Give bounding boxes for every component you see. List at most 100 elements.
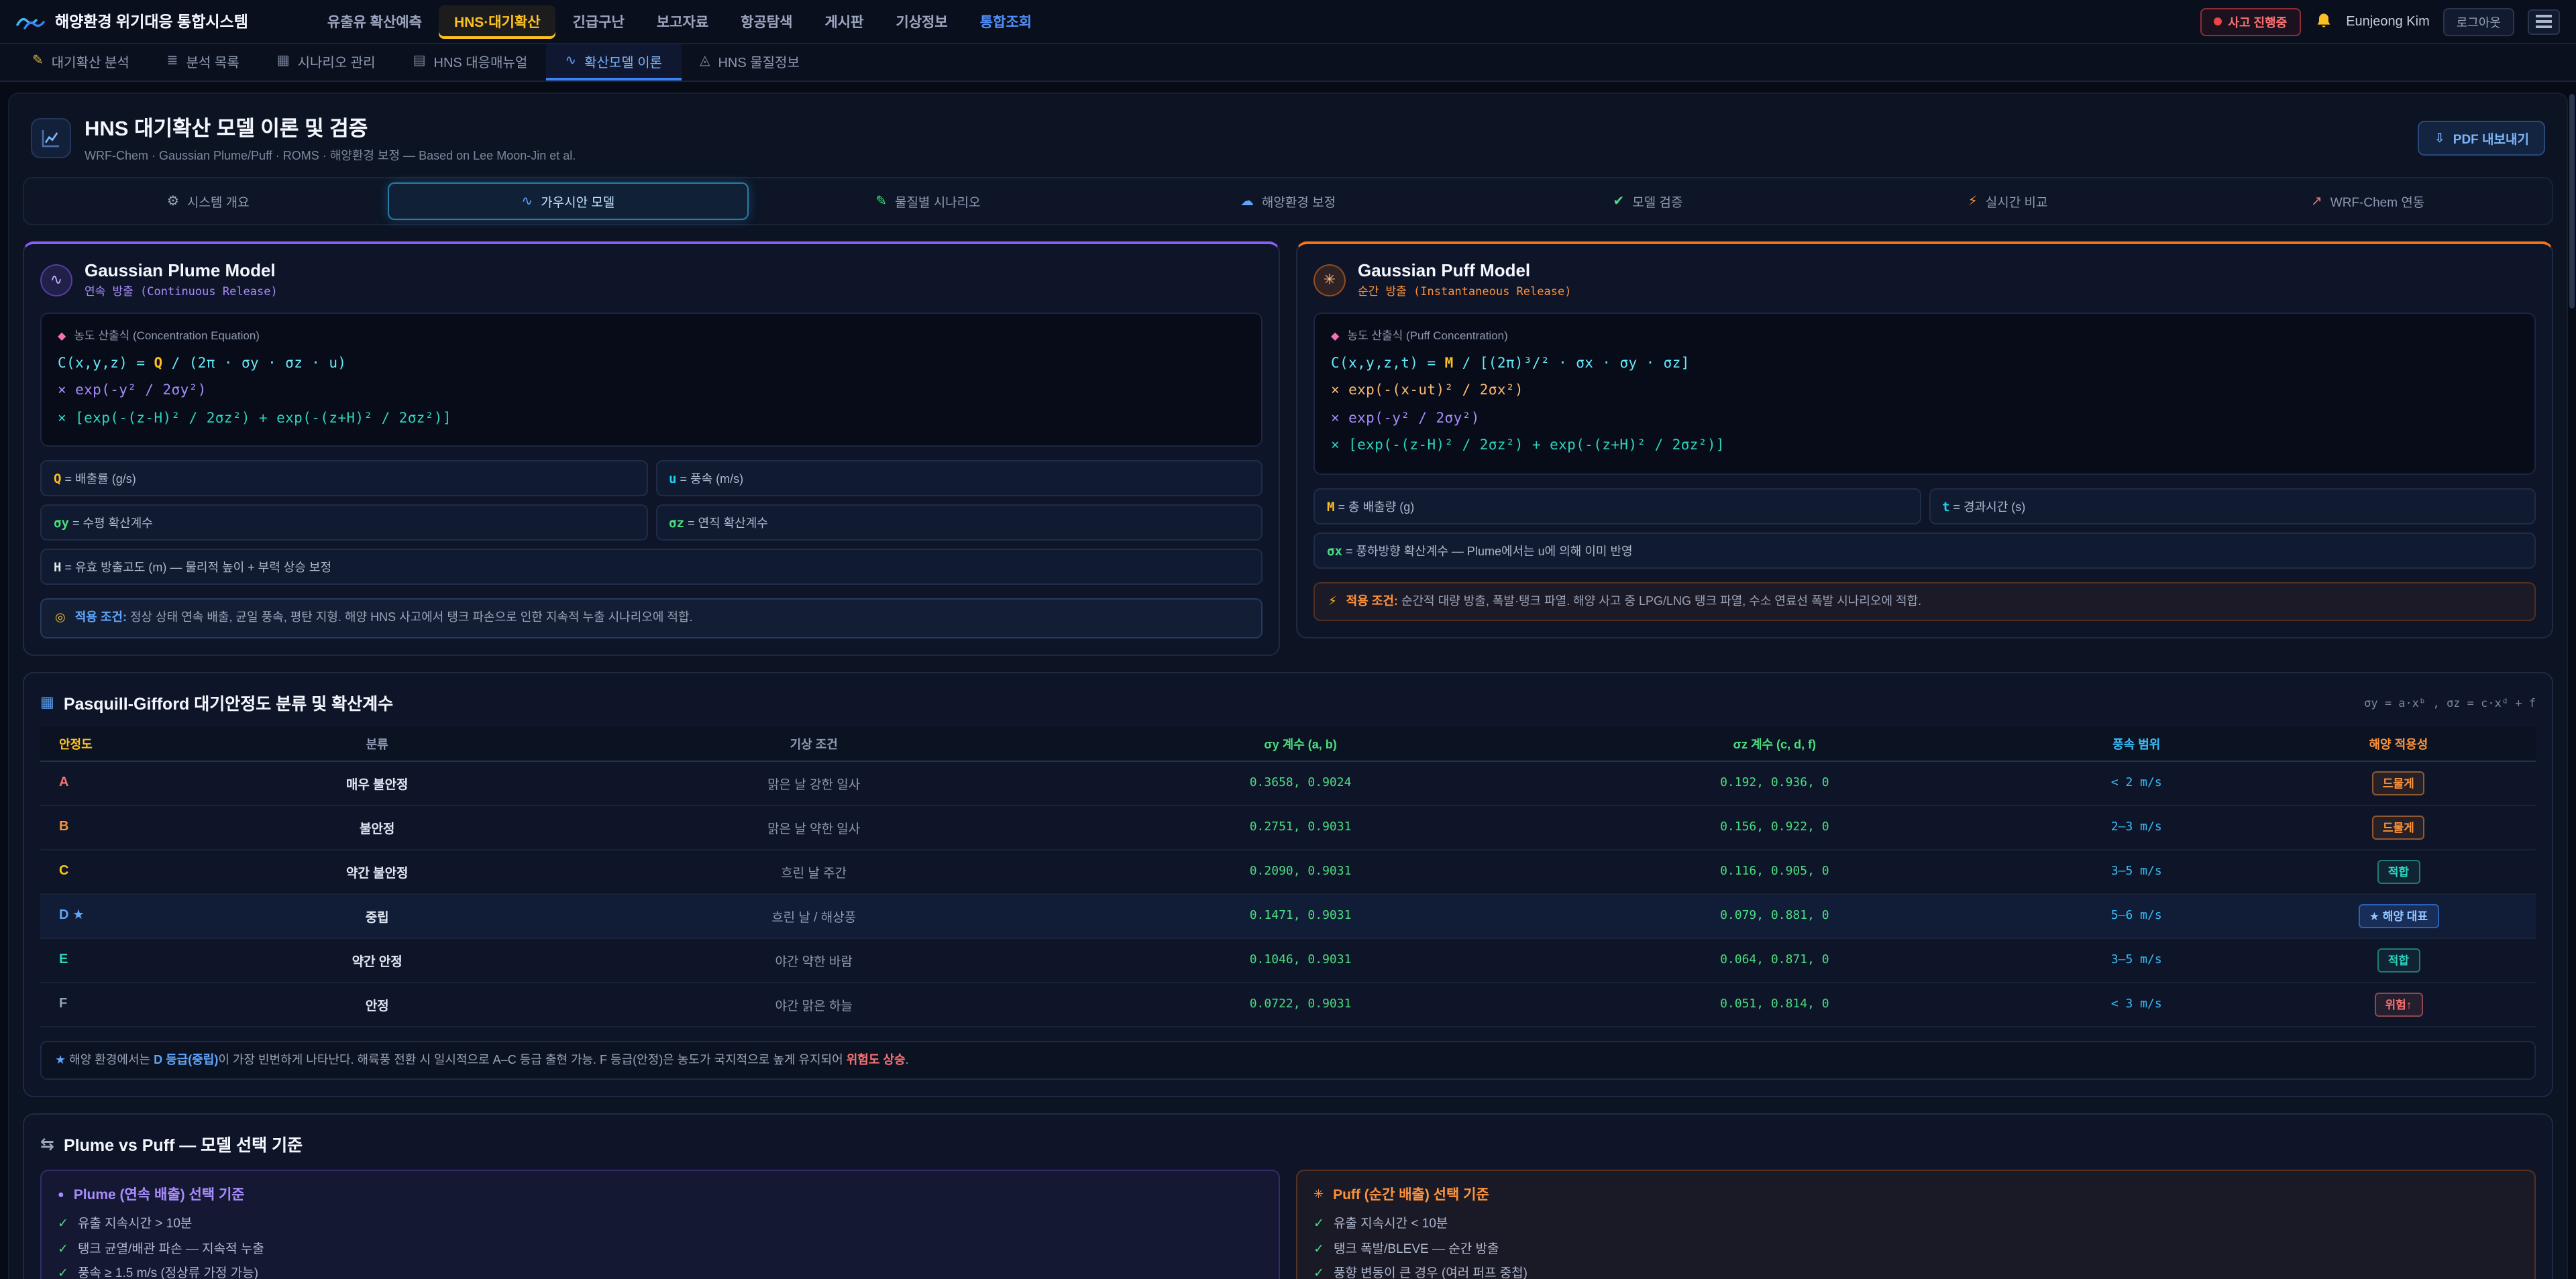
- swap-icon: ⇆: [40, 1134, 54, 1154]
- download-icon: ⇩: [2434, 131, 2445, 146]
- table-row: B 불안정 맑은 날 약한 일사 0.2751, 0.9031 0.156, 0…: [40, 805, 2536, 850]
- book-icon: ▤: [413, 54, 426, 68]
- star-icon: ★: [55, 1053, 66, 1066]
- brand[interactable]: 해양환경 위기대응 통합시스템: [16, 11, 248, 32]
- param-sigma-z: σz = 연직 확산계수: [655, 505, 1263, 541]
- nav-item-aerial-search[interactable]: 항공탐색: [726, 5, 807, 38]
- rocket-icon: ↗: [2311, 194, 2322, 209]
- col-header-class: 분류: [190, 727, 564, 761]
- param-u: u = 풍속 (m/s): [655, 461, 1263, 497]
- list-icon: ≣: [167, 54, 178, 68]
- puff-icon: ✳: [1313, 264, 1346, 296]
- subtab-model-theory[interactable]: ∿ 확산모델 이론: [546, 44, 681, 80]
- plume-application-note: ◎ 적용 조건: 정상 상태 연속 배출, 균일 풍속, 평탄 지형. 해양 H…: [40, 599, 1263, 638]
- nav-item-emergency-rescue[interactable]: 긴급구난: [558, 5, 639, 38]
- col-header-sigma-y: σy 계수 (a, b): [1063, 727, 1538, 761]
- nav-item-reports[interactable]: 보고자료: [642, 5, 723, 38]
- page-subtitle: WRF-Chem · Gaussian Plume/Puff · ROMS · …: [85, 146, 576, 164]
- param-t: t = 경과시간 (s): [1929, 488, 2536, 524]
- page-header: HNS 대기확산 모델 이론 및 검증 WRF-Chem · Gaussian …: [23, 105, 2553, 177]
- puff-model-card: ✳ Gaussian Puff Model 순간 방출 (Instantaneo…: [1296, 241, 2553, 639]
- gear-icon: ⚙: [167, 194, 179, 209]
- status-badge: ★ 해양 대표: [2359, 904, 2438, 928]
- criteria-item: ✓유출 지속시간 < 10분: [1313, 1213, 2518, 1238]
- criteria-item: ✓풍속 ≥ 1.5 m/s (정상류 가정 가능): [58, 1263, 1263, 1279]
- stability-footnote: ★ 해양 환경에서는 D 등급(중립)이 가장 빈번하게 나타난다. 해륙풍 전…: [40, 1041, 2536, 1080]
- check-icon: ✔: [1613, 194, 1625, 209]
- section-tab-marine-correction[interactable]: ☁ 해양환경 보정: [1108, 182, 1468, 220]
- col-header-weather: 기상 조건: [564, 727, 1063, 761]
- plume-criteria-panel: ● Plume (연속 배출) 선택 기준 ✓유출 지속시간 > 10분 ✓탱크…: [40, 1170, 1280, 1279]
- cloud-icon: ☁: [1240, 194, 1254, 209]
- subtab-diffusion-analysis[interactable]: ✎ 대기확산 분석: [13, 44, 148, 80]
- table-row: F 안정 야간 맑은 하늘 0.0722, 0.9031 0.051, 0.81…: [40, 983, 2536, 1027]
- puff-eq-line-2: × exp(-(x-ut)² / 2σx²): [1331, 378, 2518, 405]
- pasquill-title: ▦ Pasquill-Gifford 대기안정도 분류 및 확산계수: [40, 689, 393, 715]
- main-panel: HNS 대기확산 모델 이론 및 검증 WRF-Chem · Gaussian …: [8, 93, 2568, 1279]
- section-tab-substance-scenarios[interactable]: ✎ 물질별 시나리오: [748, 182, 1108, 220]
- sigma-formula-note: σy = a·xᵇ , σz = c·xᵈ + f: [2364, 698, 2536, 711]
- nav-item-weather[interactable]: 기상정보: [881, 5, 962, 38]
- puff-equation-block: ◆ 농도 산출식 (Puff Concentration) C(x,y,z,t)…: [1313, 313, 2536, 475]
- param-sigma-x: σx = 풍하방향 확산계수 — Plume에서는 u에 의해 이미 반영: [1313, 533, 2536, 569]
- table-row: E 약간 안정 야간 약한 바람 0.1046, 0.9031 0.064, 0…: [40, 938, 2536, 983]
- subtab-substance-info[interactable]: ◬ HNS 물질정보: [681, 44, 818, 80]
- section-tab-gaussian-model[interactable]: ∿ 가우시안 모델: [388, 182, 749, 220]
- nav-right: 사고 진행중 Eunjeong Kim 로그아웃: [2200, 7, 2560, 36]
- pasquill-gifford-card: ▦ Pasquill-Gifford 대기안정도 분류 및 확산계수 σy = …: [23, 672, 2553, 1098]
- pin-icon: ◆: [1331, 329, 1339, 341]
- stability-table: 안정도 분류 기상 조건 σy 계수 (a, b) σz 계수 (c, d, f…: [40, 727, 2536, 1027]
- wave-icon: ∿: [565, 54, 576, 68]
- param-Q: Q = 배출률 (g/s): [40, 461, 647, 497]
- chart-icon: [40, 127, 62, 149]
- main-menu: 유출유 확산예측 HNS·대기확산 긴급구난 보고자료 항공탐색 게시판 기상정…: [313, 5, 2187, 38]
- pencil-icon: ✎: [32, 54, 44, 68]
- menu-button[interactable]: [2528, 9, 2560, 34]
- nav-item-integrated-search[interactable]: 통합조회: [965, 5, 1046, 38]
- puff-title: Gaussian Puff Model: [1358, 260, 1571, 280]
- plume-icon: ∿: [40, 264, 72, 296]
- puff-subtitle: 순간 방출 (Instantaneous Release): [1358, 283, 1571, 299]
- plume-eq-line-3: × [exp(-(z-H)² / 2σz²) + exp(-(z+H)² / 2…: [58, 405, 1245, 433]
- subtab-hns-manual[interactable]: ▤ HNS 대응매뉴얼: [394, 44, 547, 80]
- check-icon: ✓: [58, 1238, 68, 1263]
- model-selection-card: ⇆ Plume vs Puff — 모델 선택 기준 ● Plume (연속 배…: [23, 1114, 2553, 1279]
- col-header-wind: 풍속 범위: [2012, 727, 2261, 761]
- nav-item-oil-spill[interactable]: 유출유 확산예측: [313, 5, 437, 38]
- logout-button[interactable]: 로그아웃: [2443, 7, 2514, 36]
- status-badge: 위험↑: [2374, 993, 2422, 1017]
- nav-item-board[interactable]: 게시판: [810, 5, 878, 38]
- section-tabs: ⚙ 시스템 개요 ∿ 가우시안 모델 ✎ 물질별 시나리오 ☁ 해양환경 보정 …: [23, 177, 2553, 225]
- subtab-analysis-list[interactable]: ≣ 분석 목록: [148, 44, 258, 80]
- brand-title: 해양환경 위기대응 통합시스템: [55, 11, 248, 32]
- pin-icon: ◆: [58, 329, 66, 341]
- param-sigma-y: σy = 수평 확산계수: [40, 505, 647, 541]
- bell-icon[interactable]: [2314, 12, 2332, 31]
- incident-status-badge[interactable]: 사고 진행중: [2200, 7, 2300, 36]
- check-icon: ✓: [1313, 1263, 1324, 1279]
- table-row: A 매우 불안정 맑은 날 강한 일사 0.3658, 0.9024 0.192…: [40, 761, 2536, 805]
- scrollbar[interactable]: [2569, 94, 2575, 309]
- puff-criteria-panel: ✳ Puff (순간 배출) 선택 기준 ✓유출 지속시간 < 10분 ✓탱크 …: [1296, 1170, 2536, 1279]
- criteria-item: ✓탱크 균열/배관 파손 — 지속적 누출: [58, 1238, 1263, 1263]
- selection-title: ⇆ Plume vs Puff — 모델 선택 기준: [40, 1131, 2536, 1157]
- plume-equation-label: 농도 산출식 (Concentration Equation): [74, 327, 260, 343]
- lightning-icon: ⚡: [1328, 593, 1337, 611]
- section-tab-realtime-comparison[interactable]: ⚡ 실시간 비교: [1828, 182, 2188, 220]
- flask-icon: ◬: [700, 54, 710, 68]
- burst-icon: ✳: [1313, 1188, 1324, 1203]
- table-row-highlighted: D ★ 중립 흐린 날 / 해상풍 0.1471, 0.9031 0.079, …: [40, 894, 2536, 938]
- pdf-export-button[interactable]: ⇩ PDF 내보내기: [2418, 121, 2545, 156]
- section-tab-model-validation[interactable]: ✔ 모델 검증: [1468, 182, 1828, 220]
- plume-model-card: ∿ Gaussian Plume Model 연속 방출 (Continuous…: [23, 241, 1280, 656]
- status-badge: 드물게: [2372, 771, 2425, 795]
- table-icon: ▦: [40, 693, 54, 711]
- nav-item-hns-diffusion[interactable]: HNS·대기확산: [439, 5, 555, 38]
- section-tab-overview[interactable]: ⚙ 시스템 개요: [28, 182, 388, 220]
- param-M: M = 총 배출량 (g): [1313, 488, 1921, 524]
- puff-application-note: ⚡ 적용 조건: 순간적 대량 방출, 폭발·탱크 파열. 해양 사고 중 LP…: [1313, 582, 2536, 622]
- col-header-sigma-z: σz 계수 (c, d, f): [1538, 727, 2012, 761]
- subtab-scenario-management[interactable]: ▦ 시나리오 관리: [258, 44, 394, 80]
- bulb-icon: ◎: [55, 610, 66, 628]
- section-tab-wrfchem[interactable]: ↗ WRF-Chem 연동: [2188, 182, 2548, 220]
